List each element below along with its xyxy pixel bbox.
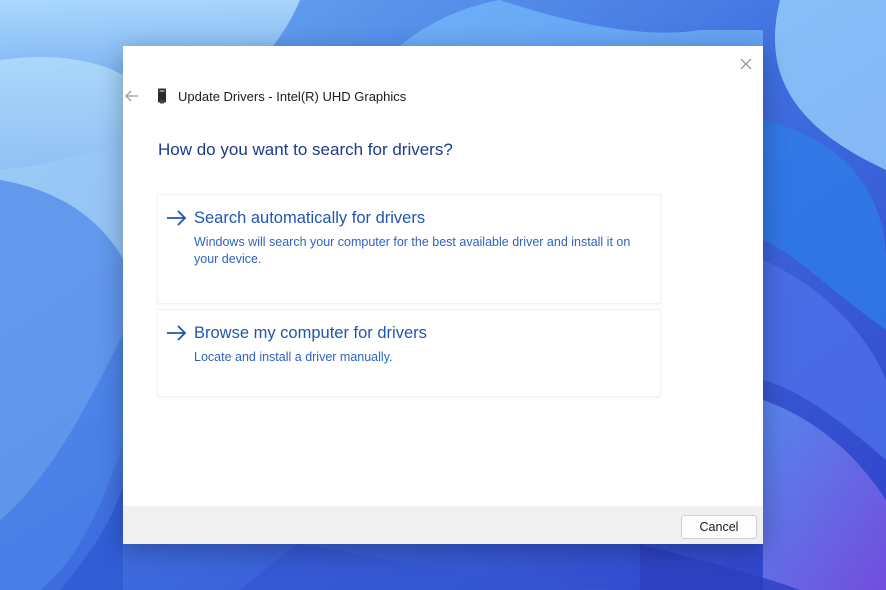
close-button[interactable] [735, 54, 757, 74]
search-question-heading: How do you want to search for drivers? [158, 140, 453, 159]
arrow-right-icon [167, 325, 187, 341]
cancel-button[interactable]: Cancel [681, 515, 757, 539]
browse-computer-description: Locate and install a driver manually. [194, 350, 393, 364]
arrow-right-icon [167, 210, 187, 226]
dialog-title-row: Update Drivers - Intel(R) UHD Graphics [157, 87, 406, 105]
browse-computer-title: Browse my computer for drivers [194, 324, 427, 342]
browse-computer-option[interactable]: Browse my computer for drivers Locate an… [157, 309, 661, 397]
back-button[interactable] [121, 86, 143, 106]
back-arrow-icon [125, 90, 138, 102]
search-automatically-description: Windows will search your computer for th… [194, 235, 631, 266]
close-icon [740, 58, 752, 70]
search-automatically-title: Search automatically for drivers [194, 209, 426, 227]
update-drivers-dialog: Update Drivers - Intel(R) UHD Graphics H… [123, 46, 763, 544]
graphics-device-icon [157, 87, 169, 105]
dialog-footer: Cancel [123, 506, 763, 544]
search-automatically-option[interactable]: Search automatically for drivers Windows… [157, 194, 661, 304]
dialog-title: Update Drivers - Intel(R) UHD Graphics [178, 88, 407, 104]
